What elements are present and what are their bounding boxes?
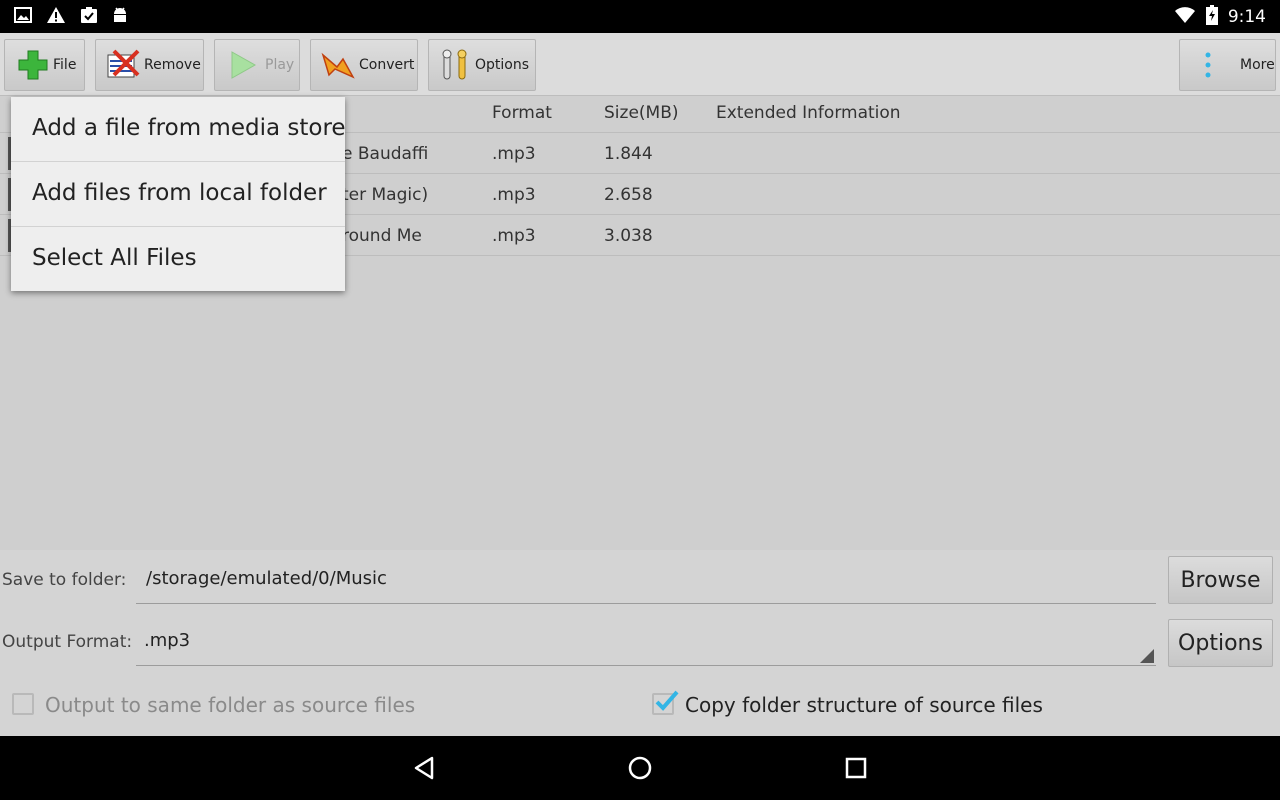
play-button-label: Play	[265, 57, 295, 73]
main-toolbar: File Remove Play Convert Options More	[0, 33, 1280, 96]
column-format[interactable]: Format	[492, 103, 552, 123]
more-button-label: More	[1240, 57, 1275, 73]
overflow-menu-icon	[1205, 52, 1211, 78]
file-format: .mp3	[492, 144, 536, 164]
remove-button-label: Remove	[144, 57, 201, 73]
convert-button[interactable]: Convert	[310, 39, 418, 91]
clock: 9:14	[1227, 7, 1266, 27]
file-format: .mp3	[492, 226, 536, 246]
more-button[interactable]: More	[1179, 39, 1276, 91]
file-size: 3.038	[604, 226, 653, 246]
status-bar: 9:14	[0, 0, 1280, 33]
system-navigation-bar	[0, 736, 1280, 800]
output-format-value: .mp3	[144, 630, 191, 651]
file-name: round Me	[342, 226, 422, 246]
save-folder-label: Save to folder:	[2, 570, 127, 590]
output-panel: Save to folder: /storage/emulated/0/Musi…	[0, 550, 1280, 736]
remove-button[interactable]: Remove	[95, 39, 204, 91]
file-name: ter Magic)	[342, 185, 429, 205]
same-folder-label: Output to same folder as source files	[45, 693, 416, 717]
back-button[interactable]	[406, 750, 442, 786]
file-name: e Baudaffi	[342, 144, 429, 164]
checkmark-icon	[655, 690, 679, 711]
tools-icon	[442, 49, 467, 80]
output-format-select[interactable]: .mp3	[136, 620, 1156, 666]
menu-item-select-all-files[interactable]: Select All Files	[11, 227, 345, 292]
back-icon	[414, 756, 434, 780]
warning-icon	[46, 6, 66, 28]
recents-button[interactable]	[838, 750, 874, 786]
file-button[interactable]: File	[4, 39, 85, 91]
format-options-button[interactable]: Options	[1168, 619, 1273, 667]
menu-item-add-from-local-folder[interactable]: Add files from local folder	[11, 162, 345, 227]
clipboard-check-icon	[80, 6, 98, 28]
file-size: 1.844	[604, 144, 653, 164]
convert-button-label: Convert	[359, 57, 415, 73]
file-button-label: File	[53, 57, 77, 73]
android-icon	[112, 6, 128, 28]
convert-icon	[321, 52, 355, 79]
save-folder-value: /storage/emulated/0/Music	[146, 568, 387, 589]
copy-structure-checkbox[interactable]	[652, 690, 679, 715]
save-folder-input[interactable]: /storage/emulated/0/Music	[136, 556, 1156, 604]
column-extended-info[interactable]: Extended Information	[716, 103, 901, 123]
file-dropdown-menu: Add a file from media store Add files fr…	[11, 97, 346, 292]
browse-button[interactable]: Browse	[1168, 556, 1273, 604]
wifi-icon	[1174, 6, 1196, 28]
battery-charging-icon	[1205, 5, 1218, 29]
copy-structure-label: Copy folder structure of source files	[685, 693, 1043, 717]
add-plus-icon	[18, 50, 48, 80]
output-format-label: Output Format:	[2, 632, 133, 652]
image-icon	[14, 7, 32, 27]
file-size: 2.658	[604, 185, 653, 205]
play-button[interactable]: Play	[214, 39, 300, 91]
menu-item-add-from-media-store[interactable]: Add a file from media store	[11, 97, 346, 162]
file-format: .mp3	[492, 185, 536, 205]
same-folder-checkbox[interactable]	[12, 693, 34, 715]
app-screen: 9:14 File Remove Play Convert Options Mo…	[0, 0, 1280, 800]
play-icon	[231, 51, 257, 79]
options-toolbar-button[interactable]: Options	[428, 39, 536, 91]
remove-list-icon	[107, 49, 140, 78]
recents-icon	[845, 757, 867, 779]
dropdown-corner-icon	[1140, 649, 1154, 663]
options-toolbar-label: Options	[475, 57, 530, 73]
column-size[interactable]: Size(MB)	[604, 103, 679, 123]
home-button[interactable]	[622, 750, 658, 786]
home-icon	[628, 756, 652, 780]
